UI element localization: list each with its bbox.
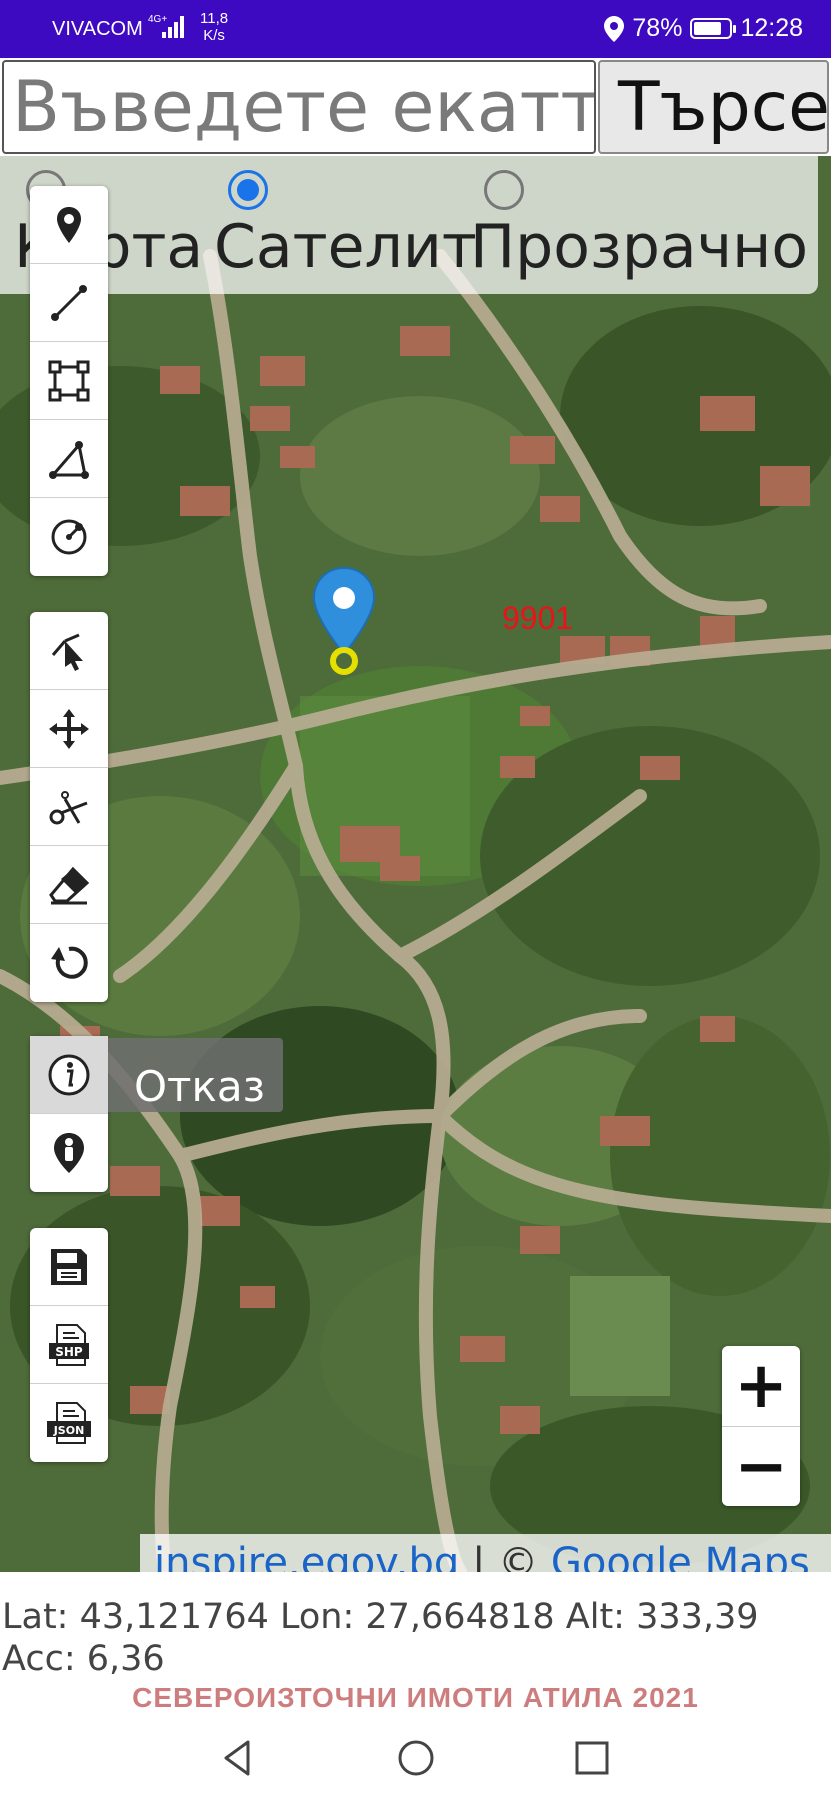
ekatte-search-input[interactable] [2, 60, 596, 154]
angle-tool-button[interactable] [30, 420, 108, 498]
home-icon[interactable] [396, 1738, 436, 1778]
google-maps-link[interactable]: Google Maps [551, 1540, 810, 1572]
battery-percent: 78% [632, 14, 683, 42]
signal-icon [162, 16, 190, 38]
cut-icon [49, 790, 88, 824]
network-speed: 11,8 K/s [200, 10, 229, 44]
shp-export-icon: SHP [49, 1323, 89, 1366]
cancel-button[interactable]: Отказ [108, 1038, 283, 1112]
search-button[interactable]: Търсене [598, 60, 829, 154]
radio-satellite-label[interactable]: Сателит [214, 212, 477, 282]
move-icon [49, 708, 89, 749]
zoom-in-button[interactable]: + [722, 1346, 800, 1426]
info-icon [48, 1054, 90, 1095]
eraser-tool-button[interactable] [30, 846, 108, 924]
radio-transparent[interactable] [484, 170, 524, 210]
zoom-controls: + − [722, 1346, 800, 1506]
json-export-icon: JSON [47, 1402, 91, 1444]
draw-toolbar [30, 186, 108, 576]
select-icon [51, 633, 83, 671]
json-label: JSON [53, 1424, 85, 1437]
carrier-name: VIVACOM [52, 18, 143, 40]
status-right: 78% 12:28 [604, 14, 803, 43]
clock: 12:28 [740, 14, 803, 42]
eraser-icon [49, 866, 90, 904]
move-tool-button[interactable] [30, 690, 108, 768]
system-nav-bar [0, 1716, 831, 1800]
line-icon [51, 284, 87, 321]
point-tool-button[interactable] [30, 186, 108, 264]
map-view[interactable]: Карта Сателит Прозрачно Отказ SHP JSON 9… [0, 156, 831, 1572]
radio-satellite[interactable] [228, 170, 268, 210]
parcel-number-label[interactable]: 9901 [502, 600, 573, 637]
locate-person-icon [54, 1133, 84, 1173]
recents-icon[interactable] [572, 1738, 612, 1778]
footer-brand: СЕВЕРОИЗТОЧНИ ИМОТИ АТИЛА 2021 [132, 1682, 699, 1713]
inspire-link[interactable]: inspire.egov.bg [154, 1540, 459, 1572]
line-tool-button[interactable] [30, 264, 108, 342]
select-tool-button[interactable] [30, 612, 108, 690]
status-bar: VIVACOM 4G+ 11,8 K/s 78% 12:28 [0, 0, 831, 58]
map-attribution: inspire.egov.bg | © Google Maps [140, 1534, 831, 1572]
save-icon [51, 1248, 87, 1285]
satellite-imagery [0, 156, 831, 1572]
shp-label: SHP [55, 1345, 83, 1359]
undo-icon [51, 946, 88, 979]
search-row: Търсене [0, 58, 831, 156]
polygon-tool-button[interactable] [30, 342, 108, 420]
layer-selector: Карта Сателит Прозрачно [0, 156, 818, 294]
gps-readout: Lat: 43,121764 Lon: 27,664818 Alt: 333,3… [2, 1597, 759, 1679]
circle-tool-button[interactable] [30, 498, 108, 576]
battery-icon [690, 18, 737, 39]
info-tool-button[interactable] [30, 1036, 108, 1114]
locate-person-tool-button[interactable] [30, 1114, 108, 1192]
polygon-icon [48, 360, 90, 401]
attribution-separator: | © [459, 1540, 551, 1572]
cut-tool-button[interactable] [30, 768, 108, 846]
shp-export-button[interactable]: SHP [30, 1306, 108, 1384]
zoom-out-button[interactable]: − [722, 1426, 800, 1506]
back-icon[interactable] [218, 1738, 258, 1778]
radio-transparent-label[interactable]: Прозрачно [470, 212, 808, 282]
info-toolbar [30, 1036, 108, 1192]
angle-icon [49, 440, 89, 479]
circle-icon [51, 519, 87, 555]
json-export-button[interactable]: JSON [30, 1384, 108, 1462]
edit-toolbar [30, 612, 108, 1002]
location-marker-icon[interactable] [312, 566, 376, 676]
save-tool-button[interactable] [30, 1228, 108, 1306]
undo-tool-button[interactable] [30, 924, 108, 1002]
location-icon [604, 15, 625, 42]
export-toolbar: SHP JSON [30, 1228, 108, 1462]
point-icon [57, 206, 81, 243]
